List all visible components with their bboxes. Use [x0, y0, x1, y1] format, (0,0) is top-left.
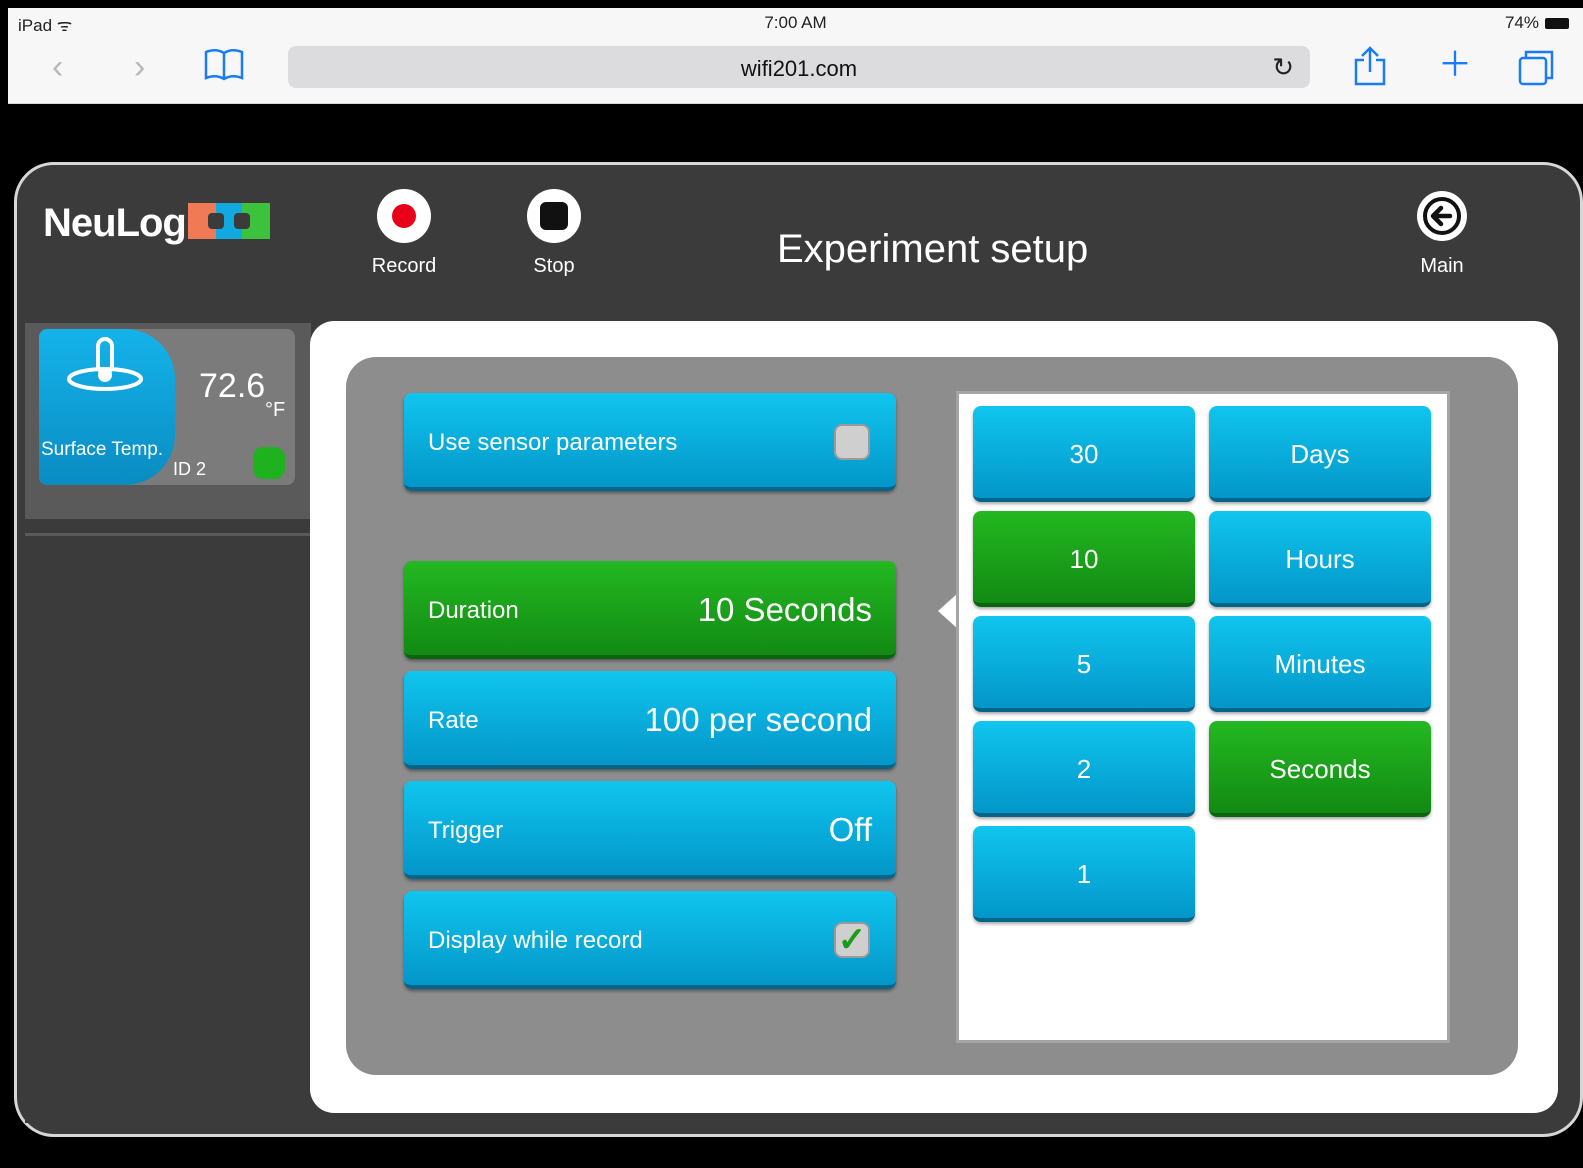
- sensor-value: 72.6: [199, 367, 266, 405]
- picker-unit-seconds[interactable]: Seconds: [1209, 721, 1431, 817]
- page-title: Experiment setup: [777, 227, 1089, 271]
- use-sensor-parameters-checkbox[interactable]: [834, 424, 870, 460]
- stop-icon: [527, 189, 581, 243]
- picker-pointer: [938, 593, 958, 629]
- new-tab-icon[interactable]: ＋: [1438, 48, 1472, 82]
- picker-unit-minutes[interactable]: Minutes: [1209, 616, 1431, 712]
- sensor-card[interactable]: 72.6 °F Surface Temp. ID 2: [39, 329, 295, 485]
- duration-picker: 30 10 5 2 1 Days Hours Minutes Seconds: [956, 391, 1450, 1043]
- browser-toolbar: ‹ › wifi201.com ↻ ＋: [8, 38, 1583, 104]
- logo-mark-icon: [187, 203, 270, 240]
- screen: iPad ᯤ 7:00 AM 74% ‹ › wifi201.com ↻ ＋ N…: [0, 0, 1583, 1168]
- reload-icon[interactable]: ↻: [1272, 52, 1294, 83]
- main-button[interactable]: Main: [1407, 191, 1477, 278]
- stop-label: Stop: [533, 255, 575, 277]
- picker-number-1[interactable]: 1: [973, 826, 1195, 922]
- sensor-id: ID 2: [173, 459, 207, 479]
- picker-number-30[interactable]: 30: [973, 406, 1195, 502]
- forward-icon[interactable]: ›: [134, 50, 145, 84]
- battery-status: 74%: [1505, 13, 1569, 33]
- option-value: Off: [828, 811, 872, 848]
- clock: 7:00 AM: [764, 13, 827, 32]
- experiment-setup-panel: Use sensor parameters Duration 10 Second…: [346, 357, 1518, 1075]
- sensor-name: Surface Temp.: [41, 439, 164, 460]
- sensor-status-led: [253, 447, 285, 479]
- record-label: Record: [371, 255, 437, 277]
- share-icon[interactable]: [1352, 46, 1388, 92]
- option-value: 10 Seconds: [697, 591, 872, 628]
- neulog-app: NeuLog Record Stop Experiment setup Main: [14, 162, 1583, 1137]
- back-arrow-icon: [1417, 191, 1467, 241]
- checkmark-icon: ✓: [837, 921, 867, 959]
- display-while-record-checkbox[interactable]: ✓: [834, 922, 870, 958]
- duration-option[interactable]: Duration 10 Seconds: [404, 561, 896, 659]
- picker-number-2[interactable]: 2: [973, 721, 1195, 817]
- thermometer-icon: [67, 337, 143, 391]
- picker-number-5[interactable]: 5: [973, 616, 1195, 712]
- rate-option[interactable]: Rate 100 per second: [404, 671, 896, 769]
- trigger-option[interactable]: Trigger Off: [404, 781, 896, 879]
- content-area: Use sensor parameters Duration 10 Second…: [310, 321, 1558, 1113]
- display-while-record-option[interactable]: Display while record ✓: [404, 891, 896, 989]
- status-bar: iPad ᯤ 7:00 AM 74%: [8, 8, 1583, 38]
- url-text: wifi201.com: [740, 56, 858, 81]
- record-button[interactable]: Record: [357, 189, 451, 278]
- option-label: Trigger: [428, 817, 504, 844]
- picker-number-10[interactable]: 10: [973, 511, 1195, 607]
- sensor-unit: °F: [265, 399, 286, 421]
- stop-button[interactable]: Stop: [507, 189, 601, 278]
- neulog-logo: NeuLog: [43, 201, 270, 246]
- picker-unit-days[interactable]: Days: [1209, 406, 1431, 502]
- address-bar[interactable]: wifi201.com ↻: [288, 46, 1310, 88]
- option-label: Duration: [428, 597, 519, 624]
- bookmarks-icon[interactable]: [204, 48, 244, 88]
- sensor-module: [39, 329, 175, 485]
- back-icon[interactable]: ‹: [52, 50, 63, 84]
- main-label: Main: [1420, 255, 1464, 277]
- use-sensor-parameters-option[interactable]: Use sensor parameters: [404, 393, 896, 491]
- option-label: Display while record: [428, 927, 643, 954]
- picker-unit-hours[interactable]: Hours: [1209, 511, 1431, 607]
- option-value: 100 per second: [644, 701, 872, 738]
- sensor-panel: 72.6 °F Surface Temp. ID 2: [25, 323, 311, 519]
- option-label: Rate: [428, 707, 479, 734]
- tabs-icon[interactable]: [1516, 48, 1556, 92]
- battery-icon: [1545, 17, 1569, 29]
- record-icon: [377, 189, 431, 243]
- sidebar-empty-area: [25, 533, 311, 1123]
- option-label: Use sensor parameters: [428, 429, 678, 456]
